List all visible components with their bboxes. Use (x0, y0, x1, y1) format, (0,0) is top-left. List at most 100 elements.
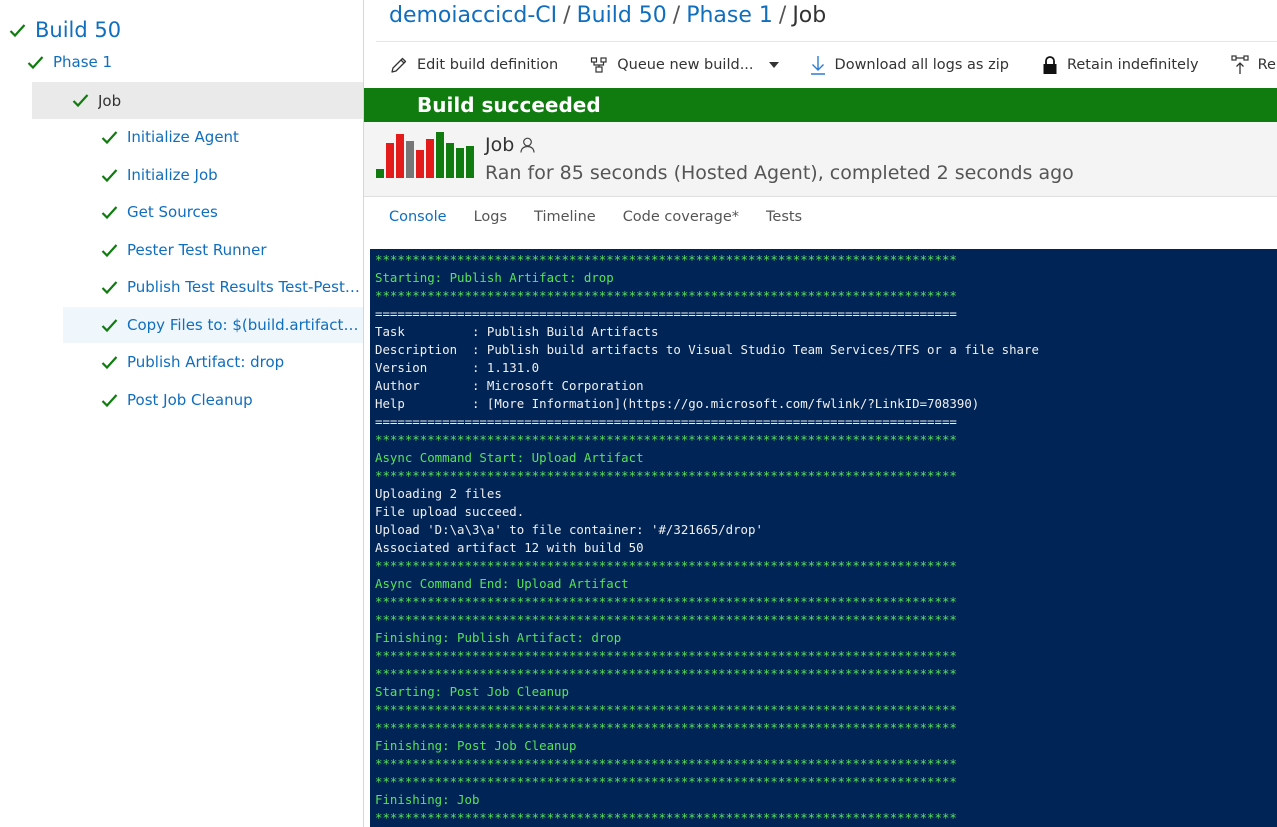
build-tree: Build 50 Phase 1 Job Initialize Agent Initia… (0, 0, 364, 827)
check-icon (72, 94, 89, 108)
breadcrumb-separator: / (672, 3, 681, 28)
queue-build-icon (591, 57, 607, 73)
check-icon (101, 168, 118, 182)
job-name: Job (485, 134, 515, 156)
log-tabs: Console Logs Timeline Code coverage* Tests (389, 200, 829, 234)
check-icon (101, 393, 118, 407)
history-bar[interactable] (436, 132, 444, 178)
console-line: ****************************************… (375, 810, 957, 825)
tree-node[interactable]: Get Sources (0, 194, 363, 230)
check-icon (101, 205, 118, 219)
pencil-icon (391, 57, 407, 73)
tree-node-label: Post Job Cleanup (127, 391, 253, 409)
console-line: Async Command End: Upload Artifact (375, 576, 629, 591)
tree-node[interactable]: Post Job Cleanup (0, 382, 363, 418)
tree-node-label: Get Sources (127, 203, 218, 221)
release-icon (1230, 55, 1249, 74)
edit-build-definition-button[interactable]: Edit build definition (390, 56, 558, 74)
queue-dropdown-button[interactable] (768, 60, 789, 70)
tree-node-label: Initialize Agent (127, 128, 239, 146)
retain-indefinitely-label: Retain indefinitely (1066, 57, 1199, 73)
console-line: Author : Microsoft Corporation (375, 378, 644, 393)
tree-node[interactable]: Initialize Job (0, 157, 363, 193)
agent-person-icon (520, 137, 535, 153)
console-line: Finishing: Publish Artifact: drop (375, 630, 622, 645)
console-line: Task : Publish Build Artifacts (375, 324, 659, 339)
caret-down-icon (768, 62, 779, 68)
toolbar: Edit build definition Queue new build...… (376, 41, 1277, 88)
tree-node-label: Build 50 (35, 18, 122, 42)
retain-indefinitely-button[interactable]: Retain indefinitely (1042, 55, 1199, 75)
tree-node[interactable]: Copy Files to: $(build.artifactst... (63, 307, 363, 343)
tree-node-label: Copy Files to: $(build.artifactst... (127, 316, 363, 334)
tab-code-coverage[interactable]: Code coverage* (623, 209, 739, 225)
console-line: Version : 1.131.0 (375, 360, 540, 375)
tab-timeline[interactable]: Timeline (534, 209, 596, 225)
history-bar[interactable] (456, 148, 464, 178)
breadcrumb-build[interactable]: Build 50 (577, 3, 667, 28)
console-line: ****************************************… (375, 666, 957, 681)
history-bar[interactable] (426, 139, 434, 178)
console-line: Starting: Post Job Cleanup (375, 684, 569, 699)
history-bar[interactable] (466, 146, 474, 178)
console-line: Upload 'D:\a\3\a' to file container: '#/… (375, 522, 763, 537)
console-line: ****************************************… (375, 702, 957, 717)
tab-tests[interactable]: Tests (766, 209, 802, 225)
breadcrumb-phase[interactable]: Phase 1 (686, 3, 773, 28)
breadcrumb-definition[interactable]: demoiaccicd-CI (389, 3, 557, 28)
history-bar[interactable] (376, 169, 384, 178)
job-summary: Job Ran for 85 seconds (Hosted Agent), c… (364, 122, 1277, 197)
console-line: ****************************************… (375, 774, 957, 789)
console-line: Help : [More Information](https://go.mic… (375, 396, 980, 411)
console-line: ****************************************… (375, 756, 957, 771)
console-line: Finishing: Post Job Cleanup (375, 738, 577, 753)
console-line: ****************************************… (375, 288, 957, 303)
tree-node[interactable]: Job (32, 82, 363, 119)
job-status-text: Ran for 85 seconds (Hosted Agent), compl… (485, 162, 1074, 184)
release-button[interactable]: Release (1230, 55, 1277, 75)
tree-node-label: Initialize Job (127, 166, 218, 184)
console-line: ****************************************… (375, 252, 957, 267)
queue-new-build-button[interactable]: Queue new build... (590, 56, 754, 74)
tree-node[interactable]: Build 50 (0, 12, 363, 48)
console-line: File upload succeed. (375, 504, 525, 519)
tree-node-label: Job (98, 91, 122, 110)
history-bar[interactable] (446, 143, 454, 178)
check-icon (101, 243, 118, 257)
console-line: ****************************************… (375, 432, 957, 447)
tree-node[interactable]: Publish Test Results Test-Pester.... (0, 269, 363, 305)
console-output[interactable]: ****************************************… (370, 249, 1277, 827)
console-line: ****************************************… (375, 594, 957, 609)
history-bar[interactable] (386, 143, 394, 178)
console-line: Finishing: Job (375, 792, 480, 807)
console-line: ****************************************… (375, 612, 957, 627)
check-icon (101, 130, 118, 144)
job-title: Job (485, 134, 535, 156)
check-icon (9, 23, 26, 37)
console-line: Async Command Start: Upload Artifact (375, 450, 644, 465)
history-bar[interactable] (406, 141, 414, 178)
check-icon (101, 280, 118, 294)
tree-node[interactable]: Publish Artifact: drop (0, 344, 363, 380)
download-logs-button[interactable]: Download all logs as zip (810, 55, 1009, 75)
history-bar[interactable] (416, 150, 424, 178)
tree-node-label: Publish Artifact: drop (127, 353, 285, 371)
check-icon (27, 55, 44, 69)
console-line: ****************************************… (375, 558, 957, 573)
tree-node[interactable]: Initialize Agent (0, 119, 363, 155)
tab-logs[interactable]: Logs (474, 209, 507, 225)
breadcrumb-separator: / (563, 3, 571, 28)
tree-node[interactable]: Pester Test Runner (0, 232, 363, 268)
download-icon (810, 56, 825, 75)
console-line: Associated artifact 12 with build 50 (375, 540, 644, 555)
breadcrumb-current: Job (792, 3, 827, 28)
breadcrumb: demoiaccicd-CI / Build 50/Phase 1/Job (389, 0, 826, 32)
build-history-chart[interactable] (376, 130, 476, 178)
tree-node[interactable]: Phase 1 (0, 44, 363, 80)
release-label: Release (1257, 57, 1277, 73)
history-bar[interactable] (396, 134, 404, 178)
tab-console[interactable]: Console (389, 209, 447, 225)
edit-build-definition-label: Edit build definition (417, 57, 559, 73)
lock-icon (1043, 56, 1057, 74)
console-line: ========================================… (375, 306, 957, 321)
